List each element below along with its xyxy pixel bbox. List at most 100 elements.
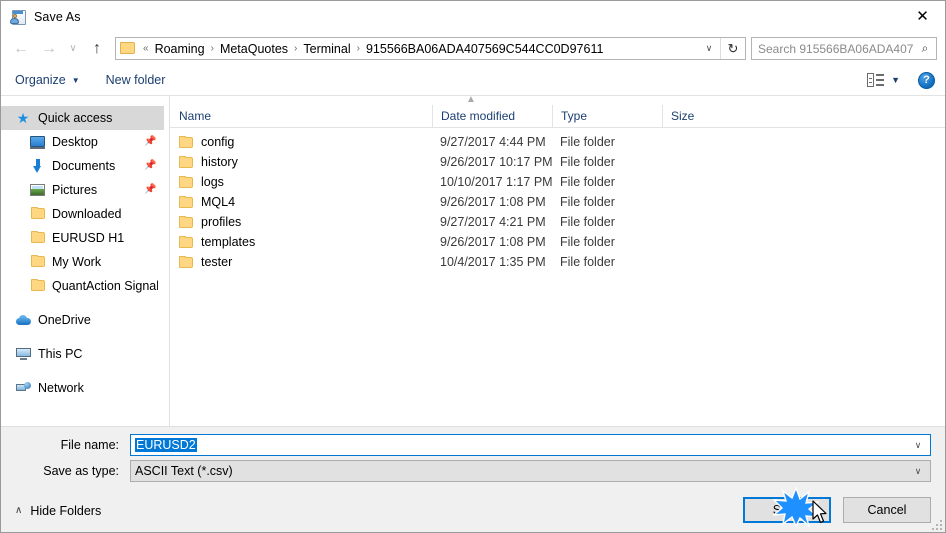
breadcrumb-item-terminal-id[interactable]: 915566BA06ADA407569C544CC0D97611 (364, 42, 605, 56)
file-name-input[interactable]: EURUSD2 ∨ (130, 434, 931, 456)
table-row[interactable]: config 9/27/2017 4:44 PM File folder (170, 132, 945, 152)
pin-icon[interactable]: 📌 (144, 184, 156, 195)
address-folder-icon (120, 42, 135, 55)
breadcrumb-separator: › (210, 43, 214, 54)
address-dropdown-icon[interactable]: ∨ (698, 43, 720, 54)
network-icon (15, 380, 33, 396)
help-icon[interactable]: ? (918, 71, 935, 89)
pane-splitter[interactable] (164, 96, 170, 426)
folder-icon (179, 156, 194, 168)
table-row[interactable]: profiles 9/27/2017 4:21 PM File folder (170, 212, 945, 232)
file-name-cell: config (170, 135, 432, 149)
file-name-cell: MQL4 (170, 195, 432, 209)
column-header-label: Name (179, 109, 212, 123)
sidebar-item-downloaded[interactable]: Downloaded (1, 202, 164, 226)
resize-grip[interactable] (929, 517, 942, 530)
sidebar-item-network[interactable]: Network (1, 376, 164, 400)
file-name: tester (201, 255, 233, 269)
file-type: File folder (560, 195, 615, 209)
chevron-down-icon[interactable]: ∨ (906, 440, 930, 451)
sidebar-item-pictures[interactable]: Pictures 📌 (1, 178, 164, 202)
sidebar-item-label: My Work (52, 255, 102, 269)
pin-icon[interactable]: 📌 (144, 160, 156, 171)
breadcrumb-prefix: « (143, 43, 149, 54)
dialog-body: ★ Quick access Desktop 📌 Documents 📌 Pic… (1, 94, 945, 426)
folder-icon (29, 230, 47, 246)
sidebar-item-my-work[interactable]: My Work (1, 250, 164, 274)
save-as-dialog: Save As ✕ ← → ∨ ↑ « Roaming › MetaQuotes… (0, 0, 946, 533)
file-type: File folder (560, 155, 615, 169)
chevron-down-icon[interactable]: ∨ (906, 466, 930, 477)
new-folder-label: New folder (105, 73, 166, 87)
chevron-up-icon: ∧ (15, 505, 23, 516)
forward-icon[interactable]: → (35, 36, 63, 62)
up-icon[interactable]: ↑ (83, 36, 111, 62)
file-type: File folder (560, 215, 615, 229)
file-name-cell: profiles (170, 215, 432, 229)
refresh-icon[interactable]: ↻ (720, 38, 745, 59)
column-header-size[interactable]: Size (662, 105, 742, 127)
breadcrumb-item-roaming[interactable]: Roaming (153, 42, 207, 56)
organize-label: Organize (15, 73, 66, 87)
back-icon[interactable]: ← (7, 36, 35, 62)
sidebar-item-eurusd-h1[interactable]: EURUSD H1 (1, 226, 164, 250)
hide-folders-button[interactable]: ∧ Hide Folders (15, 504, 101, 518)
recent-locations-icon[interactable]: ∨ (63, 36, 83, 62)
this-pc-icon (15, 346, 33, 362)
folder-icon (179, 176, 194, 188)
sidebar-item-onedrive[interactable]: OneDrive (1, 308, 164, 332)
table-row[interactable]: MQL4 9/26/2017 1:08 PM File folder (170, 192, 945, 212)
folder-icon (29, 278, 47, 294)
pin-icon[interactable]: 📌 (144, 136, 156, 147)
cancel-button[interactable]: Cancel (843, 497, 931, 523)
file-name-row: File name: EURUSD2 ∨ (15, 434, 931, 456)
sidebar-item-this-pc[interactable]: This PC (1, 342, 164, 366)
folder-icon (179, 216, 194, 228)
column-header-name[interactable]: Name (170, 105, 432, 127)
file-name-value[interactable]: EURUSD2 (131, 438, 906, 452)
file-rows: config 9/27/2017 4:44 PM File folder his… (170, 128, 945, 426)
column-header-type[interactable]: Type (552, 105, 662, 127)
sidebar-item-documents[interactable]: Documents 📌 (1, 154, 164, 178)
address-bar[interactable]: « Roaming › MetaQuotes › Terminal › 9155… (115, 37, 746, 60)
search-input[interactable]: Search 915566BA06ADA40756... (752, 42, 914, 56)
sidebar-item-label: Network (38, 381, 84, 395)
breadcrumb-item-metaquotes[interactable]: MetaQuotes (218, 42, 290, 56)
folder-icon (29, 254, 47, 270)
file-name-cell: logs (170, 175, 432, 189)
column-header-label: Type (561, 109, 588, 123)
table-row[interactable]: tester 10/4/2017 1:35 PM File folder (170, 252, 945, 272)
sort-ascending-icon: ▲ (466, 94, 476, 105)
command-bar-right: ▼ ? (867, 65, 935, 95)
sidebar-item-quantaction-signal[interactable]: QuantAction Signal (1, 274, 164, 298)
pictures-icon (29, 182, 47, 198)
organize-button[interactable]: Organize ▼ (15, 73, 80, 87)
sidebar-item-label: Downloaded (52, 207, 122, 221)
desktop-icon (29, 134, 47, 150)
new-folder-button[interactable]: New folder (106, 73, 166, 87)
file-date: 10/4/2017 1:35 PM (440, 255, 546, 269)
chevron-down-icon[interactable]: ▼ (891, 75, 900, 85)
search-icon: ⌕ (921, 41, 929, 55)
column-header-label: Size (671, 109, 695, 123)
save-as-type-select[interactable]: ASCII Text (*.csv) ∨ (130, 460, 931, 482)
file-name-cell: tester (170, 255, 432, 269)
table-row[interactable]: history 9/26/2017 10:17 PM File folder (170, 152, 945, 172)
table-row[interactable]: templates 9/26/2017 1:08 PM File folder (170, 232, 945, 252)
sidebar-item-desktop[interactable]: Desktop 📌 (1, 130, 164, 154)
search-box[interactable]: Search 915566BA06ADA40756... ⌕ (751, 37, 937, 60)
save-as-type-row: Save as type: ASCII Text (*.csv) ∨ (15, 460, 931, 482)
star-icon: ★ (16, 110, 30, 126)
breadcrumb-separator: › (294, 43, 298, 54)
table-row[interactable]: logs 10/10/2017 1:17 PM File folder (170, 172, 945, 192)
close-icon[interactable]: ✕ (900, 1, 945, 31)
column-header-date-modified[interactable]: Date modified (432, 105, 552, 127)
sidebar-item-quick-access[interactable]: ★ Quick access (1, 106, 164, 130)
sidebar-item-label: EURUSD H1 (52, 231, 125, 245)
save-button[interactable]: Save (743, 497, 831, 523)
view-options-icon[interactable] (867, 73, 885, 87)
breadcrumb-item-terminal[interactable]: Terminal (301, 42, 352, 56)
